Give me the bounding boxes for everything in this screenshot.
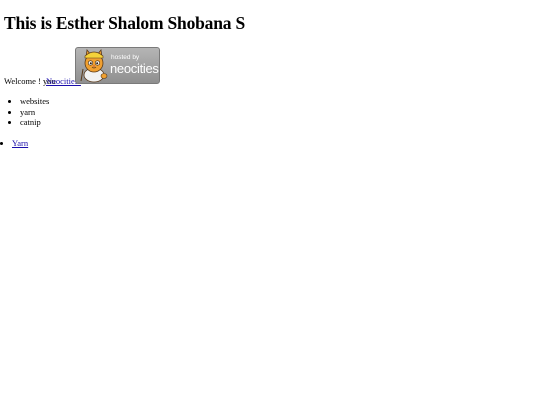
- neocities-cat-icon: [80, 49, 108, 83]
- list-item: catnip: [20, 117, 49, 128]
- neocities-badge[interactable]: hosted by neocities: [75, 47, 160, 84]
- links-list: Yarn: [4, 138, 28, 148]
- topics-list: websites yarn catnip: [12, 96, 49, 128]
- badge-hosted-text: hosted by: [111, 54, 140, 61]
- list-item: websites: [20, 96, 49, 107]
- list-item: yarn: [20, 107, 49, 118]
- yarn-link[interactable]: Yarn: [12, 138, 28, 148]
- page-title: This is Esther Shalom Shobana S: [4, 13, 246, 33]
- page: This is Esther Shalom Shobana S Welcome …: [0, 0, 540, 405]
- list-item: Yarn: [12, 138, 28, 148]
- badge-brand-text: neocities: [110, 61, 159, 76]
